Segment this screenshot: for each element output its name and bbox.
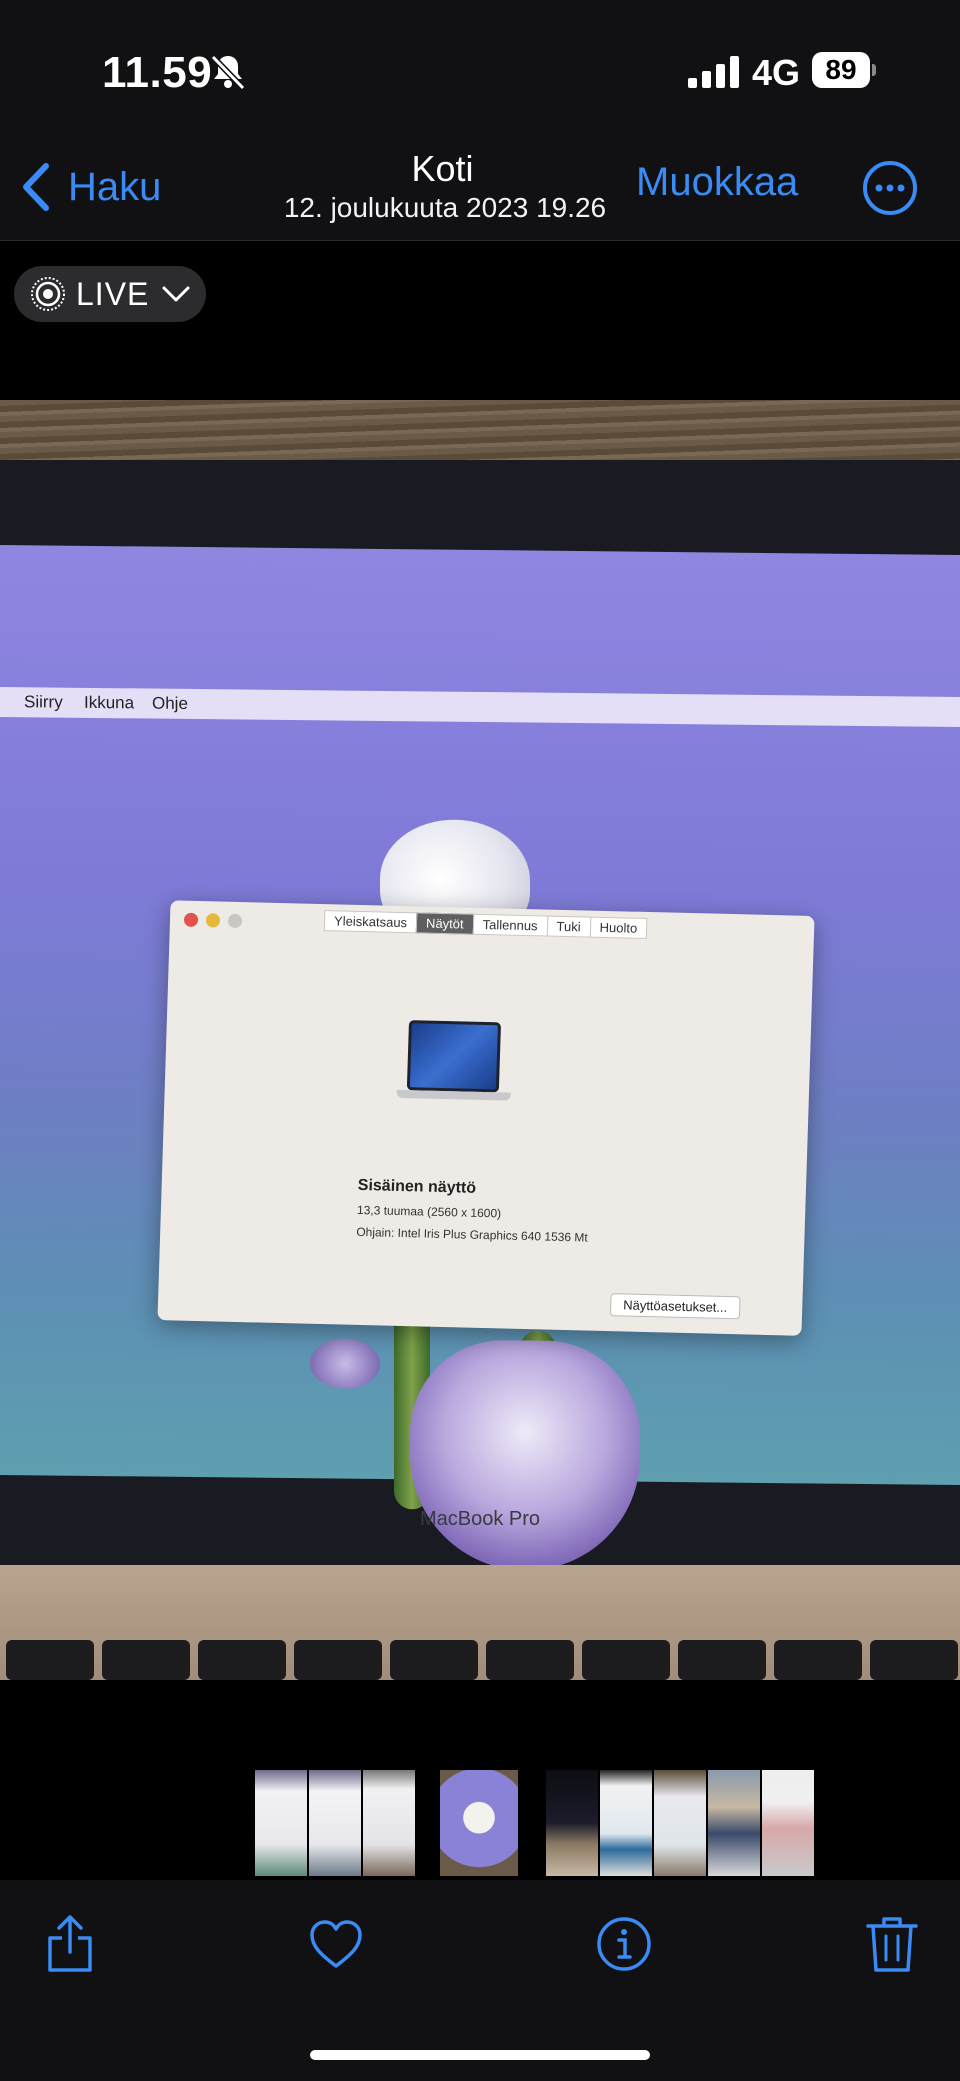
thumbnail-current[interactable] (440, 1770, 518, 1876)
battery-icon: 89 (812, 52, 876, 88)
network-type: 4G (752, 52, 801, 93)
mac-menu-bar: Siirry Ikkuna Ohje (0, 686, 960, 728)
signal-bars-icon (688, 56, 739, 88)
battery-level: 89 (812, 52, 870, 88)
menu-item-ikkuna: Ikkuna (84, 692, 135, 713)
display-size: 13,3 tuumaa (2560 x 1600) (356, 1202, 502, 1221)
back-button[interactable]: Haku (20, 158, 161, 216)
thumbnail[interactable] (309, 1770, 361, 1876)
display-graphics: Ohjain: Intel Iris Plus Graphics 640 153… (356, 1224, 588, 1245)
heart-icon[interactable] (306, 1912, 366, 1976)
album-title: Koti (411, 148, 474, 189)
tab-yleiskatsaus[interactable]: Yleiskatsaus (323, 910, 418, 934)
thumbnail[interactable] (255, 1770, 307, 1876)
thumbnail-strip[interactable] (0, 1770, 960, 1876)
keyboard-row (0, 1640, 960, 1680)
thumbnail[interactable] (654, 1770, 706, 1876)
menu-item-ohje: Ohje (152, 693, 188, 713)
home-indicator[interactable] (310, 2050, 650, 2060)
live-photo-button[interactable]: LIVE (14, 266, 206, 322)
thumbnail[interactable] (708, 1770, 760, 1876)
share-icon[interactable] (40, 1912, 100, 1976)
photo-view[interactable]: Siirry Ikkuna Ohje Yleiskatsaus Näytöt T… (0, 400, 960, 1680)
chevron-left-icon (23, 163, 49, 211)
status-time: 11.59 (102, 48, 213, 97)
live-photo-icon (31, 277, 65, 311)
trash-icon[interactable] (862, 1912, 922, 1976)
thumbnail[interactable] (762, 1770, 814, 1876)
info-icon[interactable] (594, 1912, 654, 1976)
photo-date: 12. joulukuuta 2023 19.26 (283, 192, 607, 223)
tab-huolto[interactable]: Huolto (589, 916, 648, 939)
back-label: Haku (68, 164, 162, 209)
minimize-icon[interactable] (205, 913, 221, 928)
about-this-mac-window: Yleiskatsaus Näytöt Tallennus Tuki Huolt… (157, 900, 815, 1336)
dialog-tabs: Yleiskatsaus Näytöt Tallennus Tuki Huolt… (323, 910, 648, 939)
tab-tuki[interactable]: Tuki (546, 915, 591, 938)
thumbnail[interactable] (546, 1770, 598, 1876)
close-icon[interactable] (183, 912, 199, 928)
display-settings-button[interactable]: Näyttöasetukset... (609, 1293, 741, 1320)
zoom-icon[interactable] (227, 913, 243, 929)
thumbnail[interactable] (600, 1770, 652, 1876)
live-label: LIVE (76, 275, 150, 312)
bell-slash-icon (210, 54, 246, 91)
laptop-icon (396, 1020, 513, 1113)
laptop-brand: MacBook Pro (419, 1508, 541, 1530)
laptop-screen: Siirry Ikkuna Ohje Yleiskatsaus Näytöt T… (0, 544, 960, 1572)
purple-flower (410, 1339, 640, 1572)
tab-tallennus[interactable]: Tallennus (472, 913, 548, 937)
menu-item-siirry: Siirry (24, 692, 63, 712)
tab-naytot[interactable]: Näytöt (415, 912, 474, 935)
display-title: Sisäinen näyttö (357, 1176, 477, 1197)
flower-bud (310, 1338, 380, 1389)
more-icon[interactable] (862, 160, 918, 216)
chevron-down-icon (162, 286, 190, 302)
thumbnail[interactable] (363, 1770, 415, 1876)
edit-button[interactable]: Muokkaa (636, 160, 798, 205)
